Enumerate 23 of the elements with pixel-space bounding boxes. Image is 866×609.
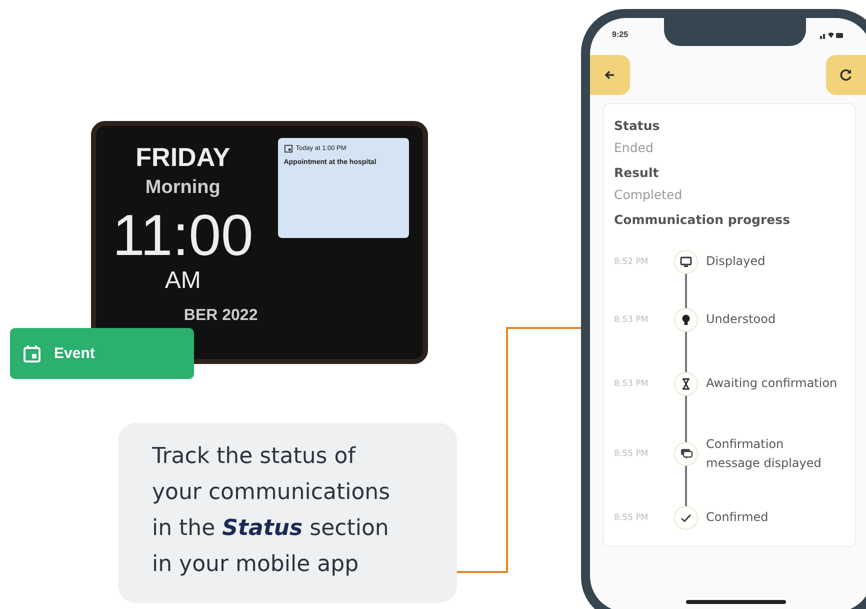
step-time: 8:53 PM	[614, 379, 650, 389]
clock-time: 11:00	[112, 207, 254, 265]
step-time: 8:55 PM	[614, 449, 650, 459]
field-value: Completed	[614, 187, 684, 202]
period-text: Morning	[145, 177, 220, 199]
step-time: 8:55 PM	[614, 513, 650, 523]
step-label: Displayed	[706, 253, 766, 270]
field-label: Status	[614, 118, 661, 133]
field-label: Result	[614, 165, 660, 180]
date-text: BER 2022	[184, 307, 258, 325]
callout-text: Track the status of your communications in the Status section in your mobile app	[152, 443, 392, 579]
meridiem-text: AM	[164, 267, 201, 295]
section-title: Communication progress	[614, 212, 792, 227]
step-time: 8:53 PM	[614, 315, 650, 325]
step-label: Understood	[706, 311, 777, 328]
weekday-text: FRIDAY	[136, 142, 230, 173]
step-time: 8:52 PM	[614, 257, 650, 267]
status-clock: 9:25	[612, 30, 628, 39]
step-label: Awaiting confirmation	[706, 375, 838, 392]
step-label: Confirmation message displayed	[706, 436, 822, 472]
step-label: Confirmed	[706, 509, 770, 526]
field-value: Ended	[614, 140, 654, 155]
badge-label: Event	[54, 345, 95, 362]
